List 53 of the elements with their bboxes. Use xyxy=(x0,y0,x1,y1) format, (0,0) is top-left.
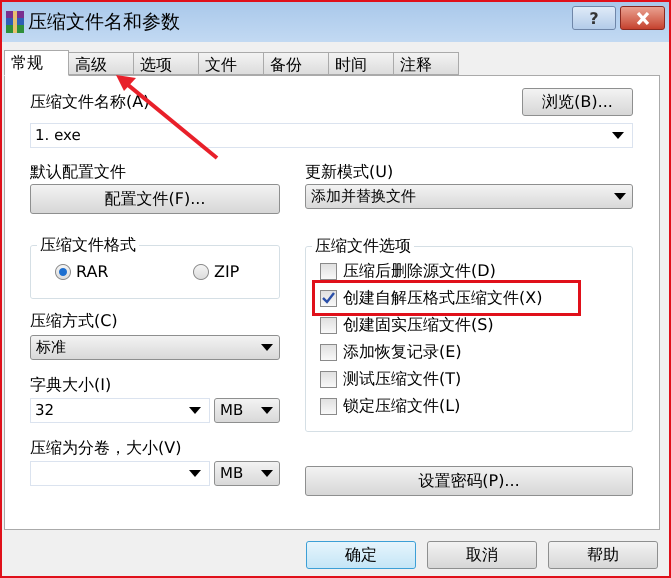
volume-size-field[interactable] xyxy=(30,461,210,486)
checkbox[interactable] xyxy=(320,316,337,334)
checkbox-label: 创建自解压格式压缩文件(X) xyxy=(343,288,542,308)
window-title: 压缩文件名和参数 xyxy=(28,10,180,35)
checkbox-label: 锁定压缩文件(L) xyxy=(343,396,460,416)
app-icon xyxy=(6,11,24,33)
dropdown-arrow-icon xyxy=(261,344,273,351)
dropdown-arrow-icon xyxy=(189,407,201,414)
field-label: 默认配置文件 xyxy=(30,162,127,182)
field-label: 更新模式(U) xyxy=(305,162,394,182)
dialog-button[interactable]: 取消 xyxy=(427,541,537,569)
dropdown-arrow-icon xyxy=(261,470,273,477)
dictionary-size-field[interactable]: 32 xyxy=(30,398,210,423)
field-label: 压缩为分卷，大小(V) xyxy=(30,438,182,458)
archive-name-field[interactable]: 1. exe xyxy=(30,123,633,148)
checkbox[interactable] xyxy=(320,262,337,280)
dropdown-arrow-icon xyxy=(614,193,626,200)
dropdown-arrow-icon xyxy=(612,132,624,139)
checkbox-label: 测试压缩文件(T) xyxy=(343,369,462,389)
checkbox[interactable] xyxy=(320,370,337,388)
close-icon xyxy=(636,12,650,24)
method-dropdown[interactable]: 标准 xyxy=(30,335,280,360)
password-button[interactable]: 设置密码(P)... xyxy=(305,466,633,496)
close-button[interactable] xyxy=(620,6,665,30)
radio-label: RAR xyxy=(76,262,109,282)
update-mode-dropdown[interactable]: 添加并替换文件 xyxy=(305,184,633,209)
checkbox-label: 压缩后删除源文件(D) xyxy=(343,261,496,281)
radio-label: ZIP xyxy=(214,262,240,282)
tab[interactable]: 高级 xyxy=(68,52,134,75)
radio-button[interactable] xyxy=(193,264,209,280)
field-label: 字典大小(I) xyxy=(30,375,112,395)
dropdown-arrow-icon xyxy=(189,470,201,477)
tab[interactable]: 常规 xyxy=(4,50,69,76)
checkbox[interactable] xyxy=(320,398,337,414)
checkbox-label: 创建固实压缩文件(S) xyxy=(343,315,494,335)
dialog-button[interactable]: 帮助 xyxy=(548,541,658,569)
checkbox[interactable] xyxy=(320,290,337,306)
unit-dropdown[interactable]: MB xyxy=(214,398,280,423)
browse-button[interactable]: 浏览(B)... xyxy=(522,88,633,116)
checkbox[interactable] xyxy=(320,344,337,360)
dialog-button[interactable]: 确定 xyxy=(306,541,416,569)
radio-button[interactable] xyxy=(55,264,71,280)
checkbox-label: 添加恢复记录(E) xyxy=(343,342,462,362)
field-label: 压缩方式(C) xyxy=(30,311,119,331)
dropdown-arrow-icon xyxy=(261,407,273,414)
tab[interactable]: 注释 xyxy=(393,52,459,75)
tab[interactable]: 选项 xyxy=(133,52,199,75)
tab[interactable]: 文件 xyxy=(198,52,264,75)
tab[interactable]: 时间 xyxy=(328,52,394,75)
profiles-button[interactable]: 配置文件(F)... xyxy=(30,184,280,214)
help-button[interactable]: ? xyxy=(572,6,616,30)
unit-dropdown[interactable]: MB xyxy=(214,461,280,486)
tab[interactable]: 备份 xyxy=(263,52,329,75)
